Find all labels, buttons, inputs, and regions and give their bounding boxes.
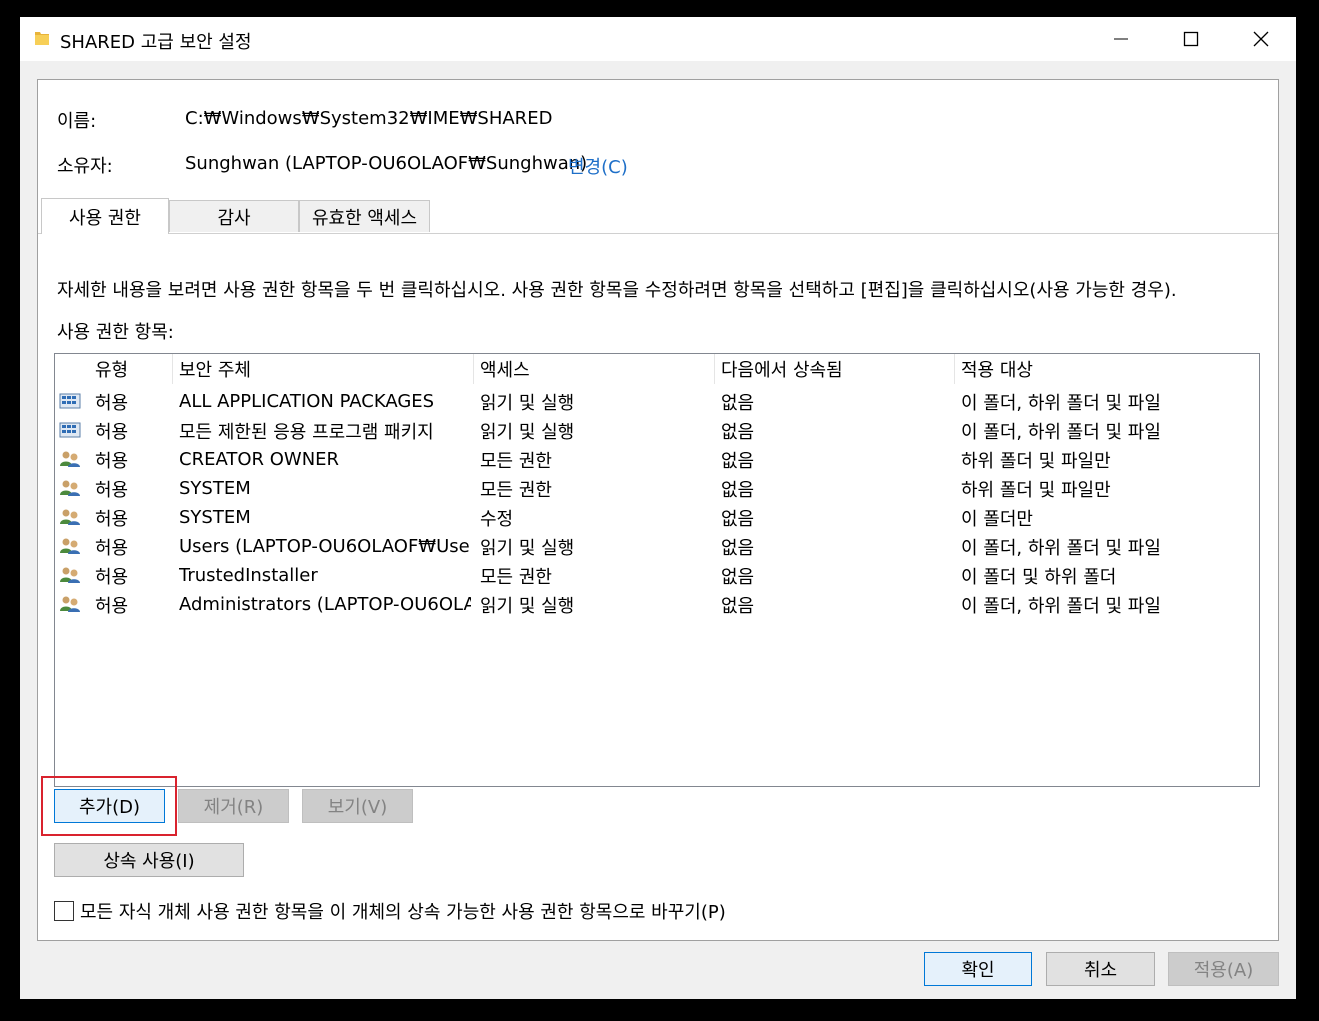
cell-principal: Administrators (LAPTOP-OU6OLA... [179, 594, 471, 615]
cell-applies-to: 이 폴더 및 하위 폴더 [961, 566, 1117, 588]
cell-applies-to: 이 폴더, 하위 폴더 및 파일 [961, 537, 1161, 559]
app-package-icon [59, 421, 81, 439]
cell-inherited-from: 없음 [721, 537, 755, 559]
title-bar: SHARED 고급 보안 설정 [20, 17, 1296, 61]
cell-access: 읽기 및 실행 [480, 421, 575, 443]
cancel-button[interactable]: 취소 [1046, 952, 1155, 986]
add-button[interactable]: 추가(D) [54, 789, 165, 823]
tab-strip: 사용 권한 감사 유효한 액세스 [38, 198, 1278, 234]
name-label: 이름: [57, 111, 97, 132]
user-group-icon [59, 537, 81, 555]
cell-inherited-from: 없음 [721, 479, 755, 501]
window-title: SHARED 고급 보안 설정 [60, 32, 252, 53]
cell-applies-to: 이 폴더, 하위 폴더 및 파일 [961, 421, 1161, 443]
cell-access: 읽기 및 실행 [480, 595, 575, 617]
minimize-button[interactable] [1087, 17, 1155, 61]
cell-type: 허용 [95, 537, 129, 559]
cell-inherited-from: 없음 [721, 421, 755, 443]
cell-inherited-from: 없음 [721, 508, 755, 530]
table-row[interactable]: 허용 TrustedInstaller 모든 권한 없음 이 폴더 및 하위 폴더 [55, 561, 1259, 590]
cell-principal: 모든 제한된 응용 프로그램 패키지 [179, 421, 434, 443]
column-header-access[interactable]: 액세스 [474, 354, 715, 384]
user-group-icon [59, 450, 81, 468]
table-row[interactable]: 허용 SYSTEM 모든 권한 없음 하위 폴더 및 파일만 [55, 474, 1259, 503]
column-header-type[interactable]: 유형 [89, 354, 173, 384]
tab-effective-access[interactable]: 유효한 액세스 [299, 200, 430, 232]
cell-type: 허용 [95, 479, 129, 501]
maximize-button[interactable] [1157, 17, 1225, 61]
user-group-icon [59, 508, 81, 526]
view-button[interactable]: 보기(V) [302, 789, 413, 823]
table-row[interactable]: 허용 모든 제한된 응용 프로그램 패키지 읽기 및 실행 없음 이 폴더, 하위 폴더… [55, 416, 1259, 445]
folder-icon [35, 32, 49, 45]
maximize-icon [1183, 31, 1199, 47]
replace-permissions-checkbox[interactable] [54, 901, 74, 921]
tab-permissions[interactable]: 사용 권한 [41, 198, 169, 234]
cell-access: 모든 권한 [480, 566, 552, 588]
cell-inherited-from: 없음 [721, 392, 755, 414]
cell-type: 허용 [95, 392, 129, 414]
cell-inherited-from: 없음 [721, 566, 755, 588]
cell-applies-to: 이 폴더, 하위 폴더 및 파일 [961, 595, 1161, 617]
cell-applies-to: 이 폴더만 [961, 508, 1033, 530]
main-panel: 이름: C:₩Windows₩System32₩IME₩SHARED 소유자: … [37, 79, 1279, 941]
instructions-text: 자세한 내용을 보려면 사용 권한 항목을 두 번 클릭하십시오. 사용 권한 … [57, 280, 1177, 301]
remove-button[interactable]: 제거(R) [178, 789, 289, 823]
cell-access: 읽기 및 실행 [480, 392, 575, 414]
replace-permissions-label[interactable]: 모든 자식 개체 사용 권한 항목을 이 개체의 상속 가능한 사용 권한 항목… [80, 898, 726, 924]
close-button[interactable] [1227, 17, 1295, 61]
owner-label: 소유자: [57, 156, 113, 177]
cell-access: 읽기 및 실행 [480, 537, 575, 559]
app-package-icon [59, 392, 81, 410]
user-group-icon [59, 479, 81, 497]
column-header-applies-to[interactable]: 적용 대상 [955, 354, 1255, 384]
cell-principal: CREATOR OWNER [179, 449, 340, 470]
user-group-icon [59, 595, 81, 613]
tab-divider [38, 233, 1278, 234]
minimize-icon [1114, 38, 1128, 40]
owner-value: Sunghwan (LAPTOP-OU6OLAOF₩Sunghwan) [185, 153, 588, 174]
cell-type: 허용 [95, 566, 129, 588]
table-row[interactable]: 허용 Administrators (LAPTOP-OU6OLA... 읽기 및 실… [55, 590, 1259, 619]
ok-button[interactable]: 확인 [924, 952, 1032, 986]
permission-entries-label: 사용 권한 항목: [57, 322, 174, 343]
change-owner-link[interactable]: 변경(C) [568, 153, 628, 179]
column-header-principal[interactable]: 보안 주체 [173, 354, 474, 384]
cell-inherited-from: 없음 [721, 595, 755, 617]
cell-type: 허용 [95, 450, 129, 472]
cell-type: 허용 [95, 508, 129, 530]
table-row[interactable]: 허용 Users (LAPTOP-OU6OLAOF₩Users) 읽기 및 실행 없음… [55, 532, 1259, 561]
object-path: C:₩Windows₩System32₩IME₩SHARED [185, 108, 553, 129]
cell-type: 허용 [95, 595, 129, 617]
table-row[interactable]: 허용 CREATOR OWNER 모든 권한 없음 하위 폴더 및 파일만 [55, 445, 1259, 474]
user-group-icon [59, 566, 81, 584]
cell-principal: SYSTEM [179, 478, 251, 499]
column-header-inherited-from[interactable]: 다음에서 상속됨 [715, 354, 955, 384]
tab-auditing[interactable]: 감사 [169, 200, 299, 232]
permission-entries-list[interactable]: 유형 보안 주체 액세스 다음에서 상속됨 적용 대상 허용 ALL APPLIC… [54, 353, 1260, 787]
cell-applies-to: 이 폴더, 하위 폴더 및 파일 [961, 392, 1161, 414]
cell-access: 모든 권한 [480, 450, 552, 472]
cell-applies-to: 하위 폴더 및 파일만 [961, 450, 1111, 472]
apply-button[interactable]: 적용(A) [1168, 952, 1279, 986]
cell-access: 모든 권한 [480, 479, 552, 501]
cell-principal: ALL APPLICATION PACKAGES [179, 391, 435, 412]
cell-applies-to: 하위 폴더 및 파일만 [961, 479, 1111, 501]
cell-type: 허용 [95, 421, 129, 443]
enable-inheritance-button[interactable]: 상속 사용(I) [54, 843, 244, 877]
table-row[interactable]: 허용 ALL APPLICATION PACKAGES 읽기 및 실행 없음 이 폴더,… [55, 387, 1259, 416]
cell-access: 수정 [480, 508, 514, 530]
cell-principal: Users (LAPTOP-OU6OLAOF₩Users) [179, 536, 471, 557]
close-icon [1253, 31, 1269, 47]
table-row[interactable]: 허용 SYSTEM 수정 없음 이 폴더만 [55, 503, 1259, 532]
cell-principal: SYSTEM [179, 507, 251, 528]
advanced-security-settings-window: SHARED 고급 보안 설정 이름: C:₩Windows₩System32₩… [20, 17, 1296, 999]
cell-inherited-from: 없음 [721, 450, 755, 472]
cell-principal: TrustedInstaller [179, 565, 318, 586]
